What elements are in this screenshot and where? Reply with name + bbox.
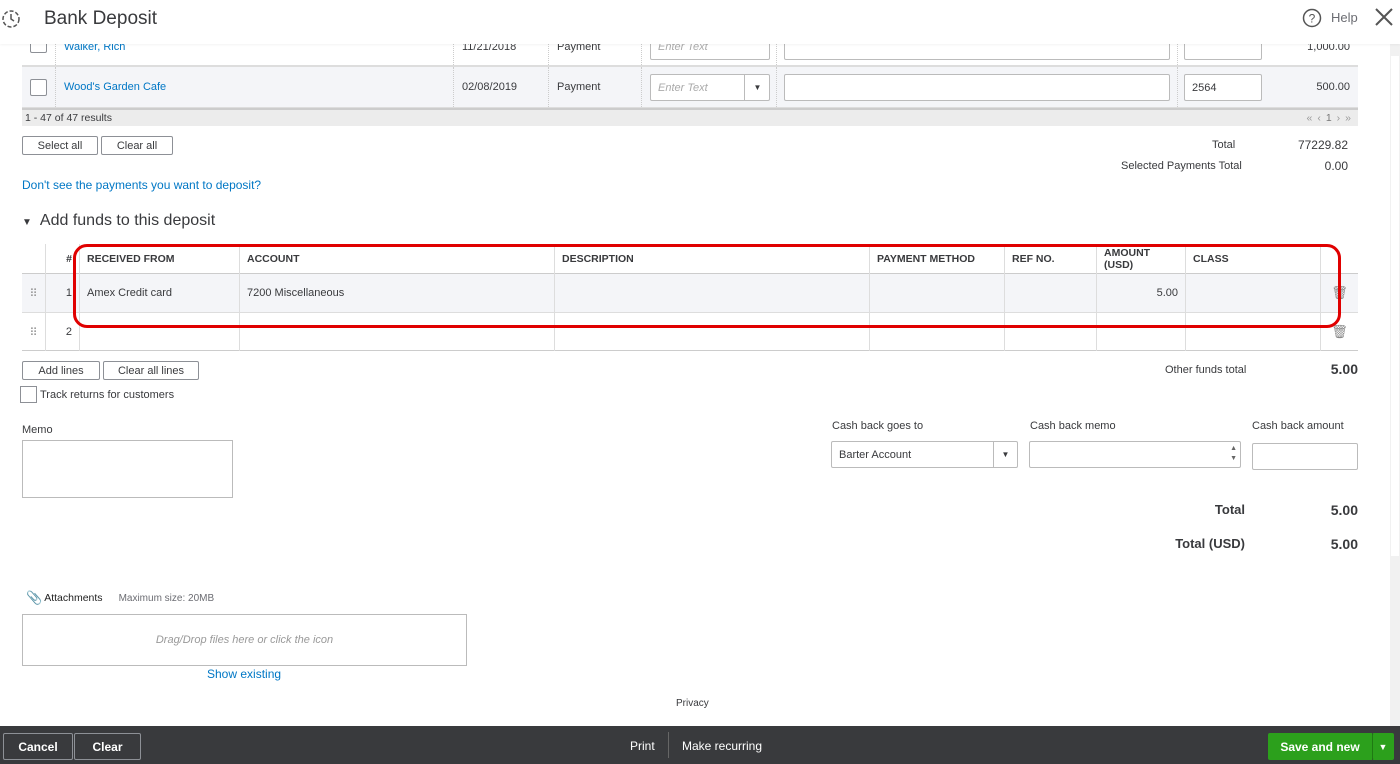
other-funds-value: 5.00: [1330, 361, 1358, 377]
clear-all-lines-button[interactable]: Clear all lines: [103, 361, 199, 380]
help-link[interactable]: Help: [1331, 10, 1358, 25]
drag-handle-icon[interactable]: ⠿: [22, 313, 46, 351]
row-checkbox[interactable]: [30, 78, 47, 96]
memo-textarea[interactable]: [22, 440, 233, 498]
cash-back-memo-label: Cash back memo: [1030, 420, 1116, 432]
cash-back-account-select[interactable]: Barter Account ▼: [831, 441, 1018, 468]
type: Payment: [549, 67, 642, 107]
select-all-button[interactable]: Select all: [22, 136, 98, 155]
total-value: 5.00: [1330, 502, 1358, 518]
cash-back-goes-label: Cash back goes to: [832, 420, 924, 432]
total-value: 77229.82: [1297, 138, 1348, 152]
clear-button[interactable]: Clear: [74, 733, 141, 760]
total-label: Total: [1214, 502, 1245, 517]
selected-total-value: 0.00: [1324, 159, 1348, 173]
drag-handle-icon[interactable]: ⠿: [22, 274, 46, 312]
chevron-down-icon: ▼: [993, 442, 1017, 467]
spinner-icon: ▲ ▼: [1230, 445, 1237, 462]
results-count: 1 - 47 of 47 results: [25, 112, 112, 124]
print-button[interactable]: Print: [630, 739, 655, 753]
show-existing-link[interactable]: Show existing: [207, 667, 281, 681]
total-usd-value: 5.00: [1330, 536, 1358, 552]
cash-back-amount-input[interactable]: [1252, 443, 1358, 470]
pager[interactable]: «‹1›»: [1306, 112, 1358, 124]
add-lines-button[interactable]: Add lines: [22, 361, 100, 380]
scrollbar[interactable]: [1390, 44, 1400, 726]
close-icon[interactable]: [1374, 7, 1394, 27]
paperclip-icon: 📎: [26, 590, 43, 605]
table-row[interactable]: Wood's Garden Cafe 02/08/2019 Payment En…: [22, 66, 1358, 108]
page-title: Bank Deposit: [44, 8, 158, 29]
history-icon[interactable]: [0, 8, 22, 30]
highlight-annotation: [73, 244, 1341, 328]
svg-text:?: ?: [1309, 12, 1316, 26]
results-bar: 1 - 47 of 47 results «‹1›»: [22, 108, 1358, 126]
amount: 500.00: [1316, 81, 1350, 93]
other-funds-label: Other funds total: [1165, 364, 1247, 376]
attachments-header: 📎 Attachments Maximum size: 20MB: [26, 590, 215, 605]
track-returns-checkbox[interactable]: Track returns for customers: [20, 386, 174, 403]
privacy-link[interactable]: Privacy: [676, 698, 709, 709]
save-and-new-button[interactable]: Save and new: [1268, 733, 1372, 760]
footer-bar: Cancel Clear Print Make recurring Save a…: [0, 726, 1400, 764]
header: Bank Deposit ? Help: [0, 0, 1400, 44]
selected-total-label: Selected Payments Total: [1121, 160, 1242, 172]
save-options-chevron-icon[interactable]: ▼: [1372, 733, 1394, 760]
cancel-button[interactable]: Cancel: [3, 733, 73, 760]
cash-back-memo-input[interactable]: ▲ ▼: [1029, 441, 1241, 468]
chevron-down-icon[interactable]: ▼: [744, 74, 770, 101]
funds-section-toggle[interactable]: ▼ Add funds to this deposit: [22, 212, 215, 230]
dont-see-payments-link[interactable]: Don't see the payments you want to depos…: [22, 178, 261, 192]
clear-all-button[interactable]: Clear all: [101, 136, 173, 155]
help-icon[interactable]: ?: [1302, 8, 1322, 28]
memo-label: Memo: [22, 424, 53, 436]
memo-input[interactable]: [784, 74, 1170, 101]
total-usd-label: Total (USD): [1175, 536, 1245, 551]
date: 02/08/2019: [454, 67, 549, 107]
payee-link[interactable]: Wood's Garden Cafe: [56, 67, 454, 107]
section-title: Add funds to this deposit: [39, 212, 216, 229]
ref-input[interactable]: 2564: [1184, 74, 1262, 101]
total-label: Total: [1212, 139, 1236, 151]
make-recurring-button[interactable]: Make recurring: [682, 739, 762, 753]
caret-down-icon: ▼: [22, 217, 32, 228]
cash-back-amount-label: Cash back amount: [1252, 420, 1344, 432]
attachment-dropzone[interactable]: Drag/Drop files here or click the icon: [22, 614, 467, 666]
